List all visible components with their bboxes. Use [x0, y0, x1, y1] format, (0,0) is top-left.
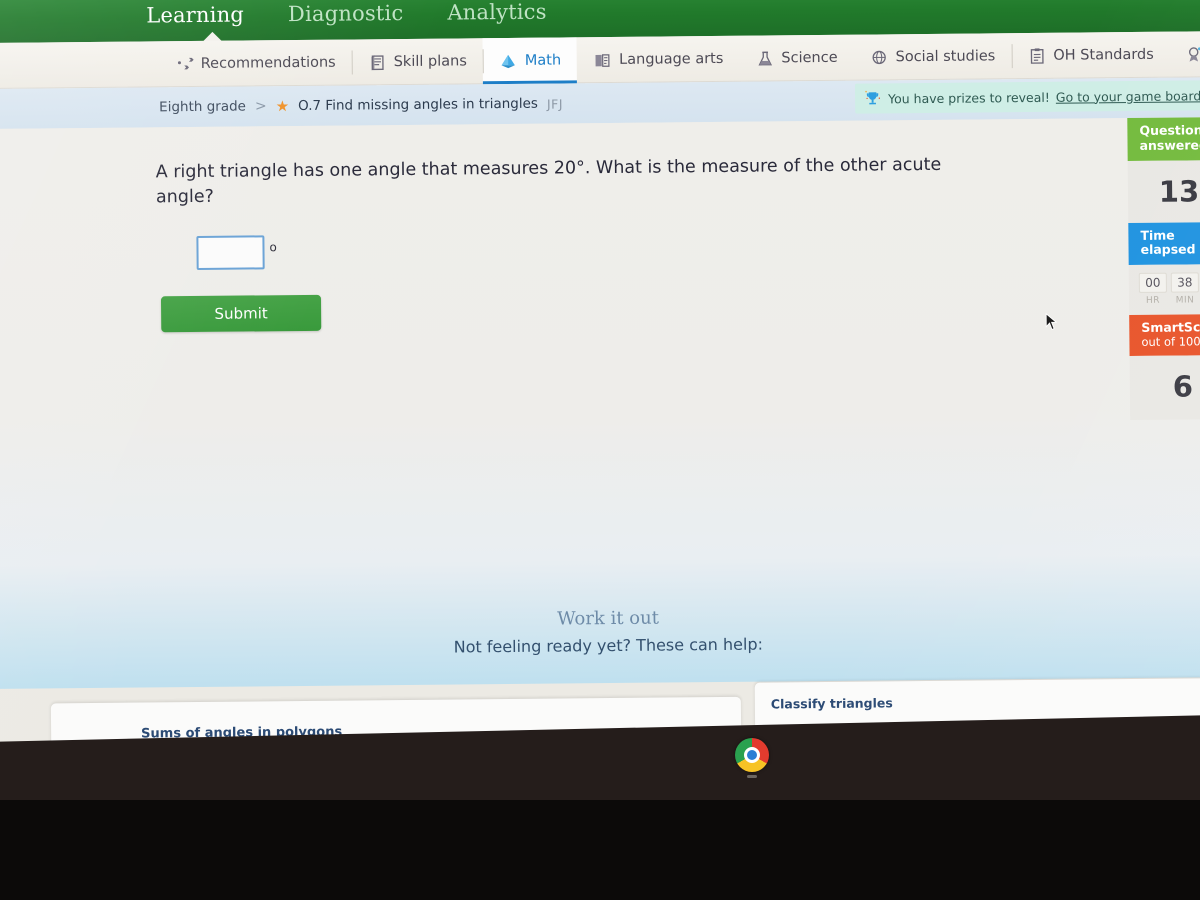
breadcrumb-separator: >	[254, 98, 267, 115]
question-text: A right triangle has one angle that meas…	[155, 154, 942, 208]
degree-unit-label: o	[269, 239, 277, 254]
time-elapsed-label: Time elapsed	[1128, 221, 1200, 266]
star-icon[interactable]: ★	[276, 97, 290, 115]
smartscore-label-block: SmartScore out of 100	[1129, 314, 1200, 357]
timer-minutes-unit: MIN	[1175, 295, 1195, 306]
top-nav-diagnostic[interactable]: Diagnostic	[288, 0, 404, 25]
globe-icon	[870, 48, 889, 67]
timer: 00 HR 38 MIN	[1128, 264, 1200, 316]
nav-item-awards[interactable]: Awards	[1170, 31, 1200, 78]
game-board-link[interactable]: Go to your game board.	[1056, 88, 1200, 104]
chrome-icon[interactable]	[735, 738, 769, 772]
flask-icon	[755, 49, 774, 68]
recommendations-icon	[175, 55, 194, 74]
skill-plans-icon	[368, 53, 387, 72]
timer-minutes: 38 MIN	[1170, 272, 1199, 306]
smartscore-value: 6	[1129, 355, 1200, 421]
top-nav-learning[interactable]: Learning	[146, 2, 244, 27]
breadcrumb-skill-code: JFJ	[546, 95, 564, 112]
ribbon-icon	[1186, 45, 1200, 64]
nav-label-social-studies: Social studies	[895, 48, 996, 66]
breadcrumb-skill-title: O.7 Find missing angles in triangles	[298, 95, 539, 115]
nav-item-skill-plans[interactable]: Skill plans	[351, 38, 483, 85]
nav-item-math[interactable]: Math	[482, 37, 578, 85]
submit-button[interactable]: Submit	[160, 294, 322, 333]
browser-screen: Learning Diagnostic Analytics Recommenda…	[0, 0, 1200, 780]
nav-label-science: Science	[781, 49, 838, 67]
book-icon	[593, 50, 612, 69]
mouse-cursor-icon	[1045, 312, 1058, 332]
timer-hours-value: 00	[1138, 272, 1167, 293]
help-card-2-title: Classify triangles	[770, 695, 893, 712]
nav-label-language-arts: Language arts	[619, 50, 724, 68]
breadcrumb-grade[interactable]: Eighth grade	[159, 99, 246, 116]
score-panel: Questions answered 13 Time elapsed 00 HR…	[1127, 117, 1200, 421]
answer-input[interactable]	[196, 235, 265, 270]
smartscore-label: SmartScore	[1141, 319, 1200, 335]
nav-item-language-arts[interactable]: Language arts	[577, 36, 740, 84]
clipboard-icon	[1027, 46, 1046, 65]
nav-label-math: Math	[524, 52, 562, 69]
photo-of-screen: Learning Diagnostic Analytics Recommenda…	[0, 0, 1200, 900]
prize-banner[interactable]: You have prizes to reveal! Go to your ga…	[854, 80, 1200, 114]
desk-surface	[0, 800, 1200, 900]
math-pyramid-icon	[499, 51, 518, 70]
questions-answered-value: 13	[1127, 159, 1200, 223]
nav-item-science[interactable]: Science	[739, 35, 854, 82]
smartscore-sublabel: out of 100	[1141, 334, 1200, 349]
taskbar-indicator	[747, 775, 757, 778]
prize-banner-text: You have prizes to reveal!	[888, 89, 1050, 106]
nav-label-skill-plans: Skill plans	[393, 53, 467, 71]
top-nav-analytics[interactable]: Analytics	[447, 0, 547, 24]
trophy-icon	[863, 89, 882, 108]
nav-item-social-studies[interactable]: Social studies	[853, 33, 1011, 81]
questions-answered-label: Questions answered	[1127, 117, 1200, 161]
timer-hours: 00 HR	[1138, 272, 1167, 306]
nav-item-oh-standards[interactable]: OH Standards	[1011, 32, 1170, 80]
timer-hours-unit: HR	[1145, 295, 1161, 306]
timer-minutes-value: 38	[1170, 272, 1199, 293]
nav-label-recommendations: Recommendations	[200, 54, 336, 72]
nav-label-oh-standards: OH Standards	[1053, 46, 1154, 64]
nav-item-recommendations[interactable]: Recommendations	[159, 39, 352, 87]
answer-row: o	[196, 235, 277, 270]
breadcrumb: Eighth grade > ★ O.7 Find missing angles…	[159, 83, 563, 127]
